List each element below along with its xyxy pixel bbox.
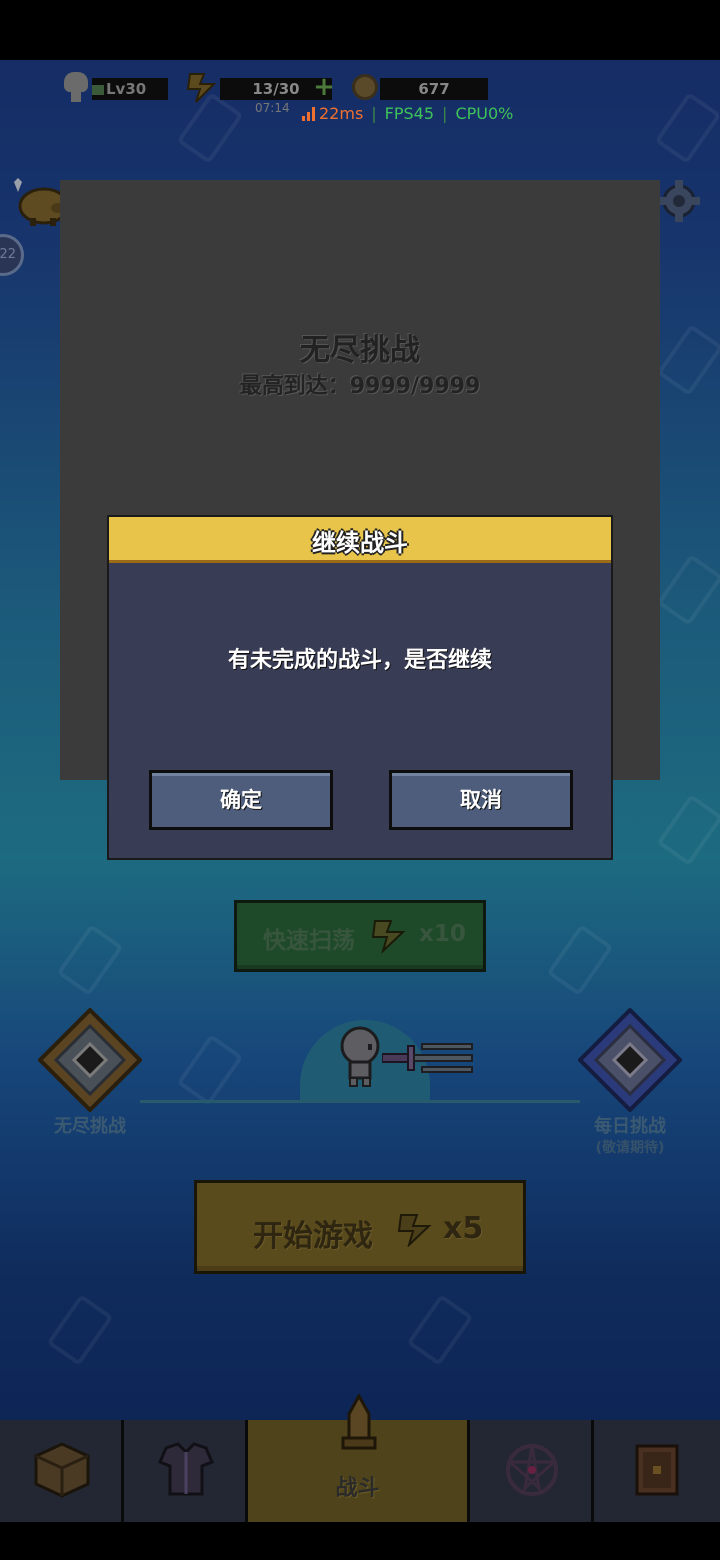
nav-item-talents[interactable] [470,1420,594,1522]
trident-weapon-icon [382,1043,473,1073]
endless-challenge-label: 无尽挑战 [54,1116,126,1137]
start-game-label: 开始游戏 [253,1219,373,1254]
nav-label-battle: 战斗 [335,1476,380,1501]
nav-item-codex[interactable] [594,1420,720,1522]
card-best-record: 最高到达：9999/9999 [239,374,481,399]
background-decor [46,1293,114,1367]
background-decor [176,1033,244,1107]
nav-item-inventory[interactable] [0,1420,124,1522]
energy-bolt-icon [186,73,217,103]
signal-icon [302,107,315,121]
level-bar [92,85,104,95]
background-decor [656,793,720,867]
navigation-bar-area [0,1522,720,1560]
energy-bolt-icon [397,1214,432,1247]
side-level-badge[interactable]: 22 [0,234,24,276]
hero-character [340,1026,380,1087]
dialog-title: 继续战斗 [312,529,408,557]
divider: | [442,104,448,123]
coin-counter: 677 [380,78,488,100]
cpu-text: CPU0% [455,104,514,123]
background-decor [406,1293,474,1367]
quick-sweep-button[interactable]: 快速扫荡 x10 [234,900,486,972]
avatar-icon[interactable] [62,72,90,102]
pentagram-icon [506,1444,558,1496]
status-bar-area [0,0,720,60]
battle-icon [341,1394,377,1450]
background-decor [656,323,720,397]
nav-item-equipment[interactable] [124,1420,248,1522]
coin-icon [352,74,378,100]
ground-line [140,1100,580,1103]
box-icon [34,1442,90,1498]
level-text: Lv30 [106,80,147,98]
game-screen: Lv30 13/30 + 07:14 677 22ms | FPS45 | CP… [0,0,720,1560]
add-energy-button[interactable]: + [312,74,336,100]
ping-text: 22ms [319,104,364,123]
endless-challenge-icon[interactable] [38,1008,142,1112]
card-title: 无尽挑战 [300,333,420,368]
daily-challenge-label: 每日挑战 [594,1116,666,1137]
daily-challenge-icon[interactable] [578,1008,682,1112]
cancel-button[interactable]: 取消 [389,770,573,830]
background-decor [656,553,720,627]
player-level: Lv30 [92,78,168,100]
dialog-message: 有未完成的战斗，是否继续 [227,648,492,673]
fps-text: FPS45 [384,104,435,123]
book-icon [635,1444,679,1496]
bottom-nav: 战斗 [0,1394,720,1522]
background-decor [654,91,720,165]
continue-battle-dialog: 继续战斗 有未完成的战斗，是否继续 确定 取消 [107,515,613,860]
settings-gear-icon[interactable] [656,178,702,224]
daily-challenge-coming-soon: (敬请期待) [595,1140,665,1156]
energy-bolt-icon [371,920,406,953]
divider: | [371,104,377,123]
energy-timer: 07:14 [255,101,290,115]
background-decor [546,923,614,997]
performance-overlay: 22ms | FPS45 | CPU0% [302,103,513,125]
background-decor [56,923,124,997]
confirm-button[interactable]: 确定 [149,770,333,830]
start-game-button[interactable]: 开始游戏 x5 [194,1180,526,1274]
sweep-cost: x10 [419,921,466,947]
nav-item-battle[interactable]: 战斗 [248,1394,470,1522]
sweep-label: 快速扫荡 [263,928,355,954]
armor-icon [158,1442,214,1496]
start-game-cost: x5 [443,1211,484,1246]
